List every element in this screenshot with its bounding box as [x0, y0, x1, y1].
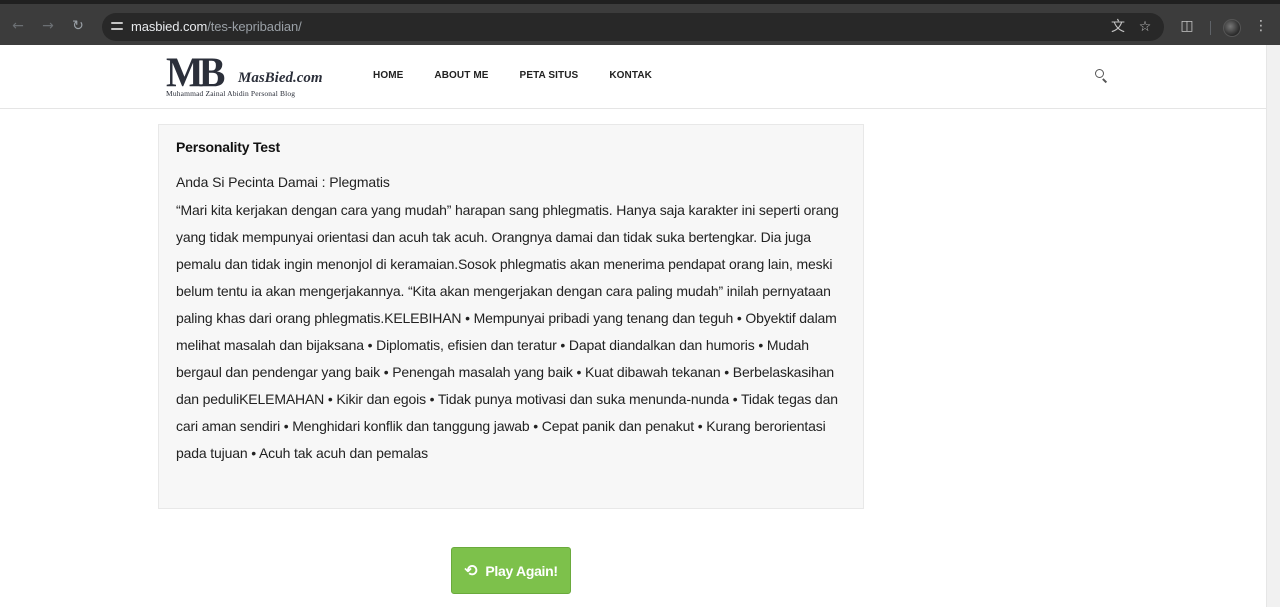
- nav-peta-situs[interactable]: PETA SITUS: [520, 70, 579, 81]
- back-icon[interactable]: ←: [9, 17, 27, 35]
- restart-icon: ⟲: [464, 560, 478, 580]
- search-icon[interactable]: [1093, 67, 1109, 83]
- page-scrollbar[interactable]: [1266, 45, 1280, 607]
- play-again-button[interactable]: ⟲ Play Again!: [451, 547, 571, 594]
- profile-avatar[interactable]: [1223, 19, 1241, 37]
- nav-home[interactable]: HOME: [373, 70, 403, 81]
- extensions-icon[interactable]: ◫: [1178, 17, 1196, 35]
- toolbar-divider: [1210, 21, 1211, 35]
- bookmark-star-icon[interactable]: ☆: [1136, 18, 1154, 36]
- more-menu-icon[interactable]: ⋮: [1252, 17, 1270, 35]
- result-title: Personality Test: [176, 139, 280, 155]
- url-text[interactable]: masbied.com/tes-kepribadian/: [131, 19, 302, 34]
- nav-about-me[interactable]: ABOUT ME: [434, 70, 488, 81]
- logo-script: MasBied.com: [238, 70, 323, 86]
- address-bar[interactable]: masbied.com/tes-kepribadian/ 文 ☆: [102, 13, 1164, 41]
- play-again-label: Play Again!: [485, 562, 558, 579]
- result-personality-type: Anda Si Pecinta Damai : Plegmatis: [176, 174, 390, 190]
- url-path: /tes-kepribadian/: [207, 19, 302, 34]
- site-info-icon[interactable]: [110, 19, 124, 33]
- logo-mark: MB: [166, 48, 225, 97]
- forward-icon[interactable]: →: [39, 17, 57, 35]
- url-host: masbied.com: [131, 19, 208, 34]
- result-card: Personality Test Anda Si Pecinta Damai :…: [158, 124, 864, 509]
- main-nav: HOME ABOUT ME PETA SITUS KONTAK: [373, 70, 683, 81]
- browser-toolbar: ← → ↻ masbied.com/tes-kepribadian/ 文 ☆ ◫…: [0, 0, 1280, 45]
- site-logo[interactable]: MB MasBied.com Muhammad Zainal Abidin Pe…: [166, 48, 336, 100]
- translate-icon[interactable]: 文: [1109, 18, 1127, 36]
- result-description: “Mari kita kerjakan dengan cara yang mud…: [176, 202, 839, 461]
- site-header: MB MasBied.com Muhammad Zainal Abidin Pe…: [0, 45, 1266, 109]
- nav-kontak[interactable]: KONTAK: [609, 70, 652, 81]
- reload-icon[interactable]: ↻: [69, 17, 87, 35]
- logo-tagline: Muhammad Zainal Abidin Personal Blog: [166, 89, 296, 98]
